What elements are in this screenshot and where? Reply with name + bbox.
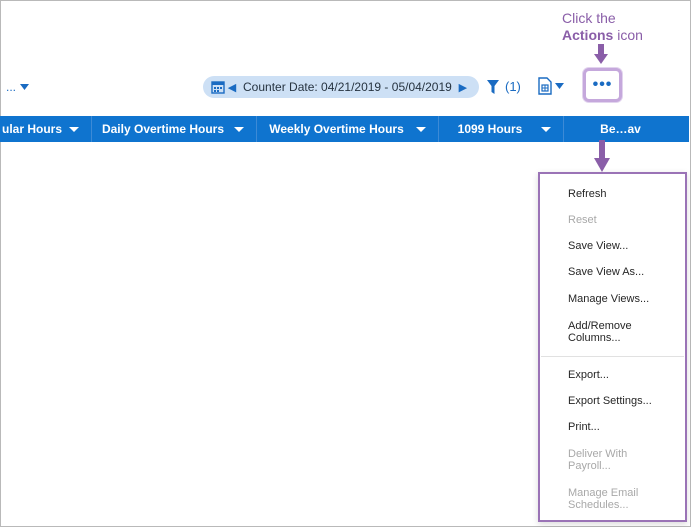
chevron-down-icon bbox=[20, 84, 30, 90]
callout-arrow-icon bbox=[594, 44, 608, 64]
menu-item-label: Deliver With Payroll... bbox=[568, 448, 628, 472]
menu-item-label: Add/Remove Columns... bbox=[568, 320, 632, 344]
callout-line1: Click the bbox=[562, 10, 616, 26]
next-period-icon[interactable]: ▶ bbox=[456, 81, 470, 94]
column-header-weekly-overtime[interactable]: Weekly Overtime Hours bbox=[257, 116, 439, 142]
menu-item-label: Manage Email Schedules... bbox=[568, 487, 639, 511]
previous-period-icon[interactable]: ◀ bbox=[225, 81, 239, 94]
filter-count: (1) bbox=[505, 79, 521, 94]
callout-arrow-icon bbox=[594, 140, 610, 172]
column-header-bar: ular Hours Daily Overtime Hours Weekly O… bbox=[0, 116, 689, 142]
menu-item-add-remove-columns[interactable]: Add/Remove Columns... bbox=[568, 320, 648, 344]
view-dropdown[interactable]: ... bbox=[6, 80, 30, 94]
date-range-text: Counter Date: 04/21/2019 - 05/04/2019 bbox=[243, 80, 452, 94]
menu-item-deliver-with-payroll: Deliver With Payroll... bbox=[568, 448, 638, 472]
menu-item-label: Export Settings... bbox=[568, 395, 652, 407]
menu-item-label: Save View... bbox=[568, 240, 629, 252]
column-header-1099-hours[interactable]: 1099 Hours bbox=[439, 116, 564, 142]
chevron-down-icon[interactable] bbox=[541, 126, 551, 132]
chevron-down-icon bbox=[555, 83, 564, 89]
menu-item-label: Print... bbox=[568, 421, 600, 433]
menu-item-manage-views[interactable]: Manage Views... bbox=[568, 293, 678, 305]
column-header-label: 1099 Hours bbox=[457, 122, 523, 136]
filter-icon bbox=[487, 79, 499, 94]
column-header-regular-hours[interactable]: ular Hours bbox=[0, 116, 92, 142]
chevron-down-icon[interactable] bbox=[416, 126, 426, 132]
callout-line2: icon bbox=[613, 27, 643, 43]
column-header-label: ular Hours bbox=[2, 122, 63, 136]
menu-item-manage-email-schedules: Manage Email Schedules... bbox=[568, 487, 648, 511]
document-icon bbox=[538, 77, 552, 95]
view-dropdown-label: ... bbox=[6, 80, 17, 94]
column-header-label: Daily Overtime Hours bbox=[101, 122, 225, 136]
actions-button[interactable]: ••• bbox=[583, 68, 622, 102]
column-header-label: Weekly Overtime Hours bbox=[269, 122, 404, 136]
menu-item-label: Manage Views... bbox=[568, 293, 650, 305]
menu-item-label: Export... bbox=[568, 369, 609, 381]
filter-button[interactable]: (1) bbox=[487, 79, 521, 94]
chevron-down-icon[interactable] bbox=[69, 126, 79, 132]
menu-item-save-view-as[interactable]: Save View As... bbox=[568, 266, 678, 278]
report-menu-button[interactable] bbox=[538, 77, 564, 95]
menu-item-print[interactable]: Print... bbox=[568, 421, 678, 433]
menu-item-label: Refresh bbox=[568, 188, 607, 200]
column-header-daily-overtime[interactable]: Daily Overtime Hours bbox=[92, 116, 257, 142]
chevron-down-icon[interactable] bbox=[234, 126, 244, 132]
calendar-icon[interactable] bbox=[211, 80, 225, 94]
menu-item-label: Save View As... bbox=[568, 266, 645, 278]
column-header-bereavement[interactable]: Be…av bbox=[564, 116, 689, 142]
actions-menu: Refresh Reset Save View... Save View As.… bbox=[538, 172, 687, 522]
menu-item-label: Reset bbox=[568, 214, 597, 226]
more-icon: ••• bbox=[592, 76, 613, 93]
menu-item-save-view[interactable]: Save View... bbox=[568, 240, 678, 252]
menu-item-refresh[interactable]: Refresh bbox=[568, 188, 678, 200]
column-header-label: Be…av bbox=[600, 122, 641, 136]
menu-item-reset: Reset bbox=[568, 214, 678, 226]
callout-bold-text: Actions bbox=[562, 27, 614, 43]
date-range-selector[interactable]: ◀ Counter Date: 04/21/2019 - 05/04/2019 … bbox=[203, 76, 479, 98]
menu-item-export-settings[interactable]: Export Settings... bbox=[568, 395, 678, 407]
instruction-callout: Click the Actions icon bbox=[562, 10, 643, 44]
menu-item-export[interactable]: Export... bbox=[568, 369, 678, 381]
menu-divider bbox=[541, 356, 684, 357]
